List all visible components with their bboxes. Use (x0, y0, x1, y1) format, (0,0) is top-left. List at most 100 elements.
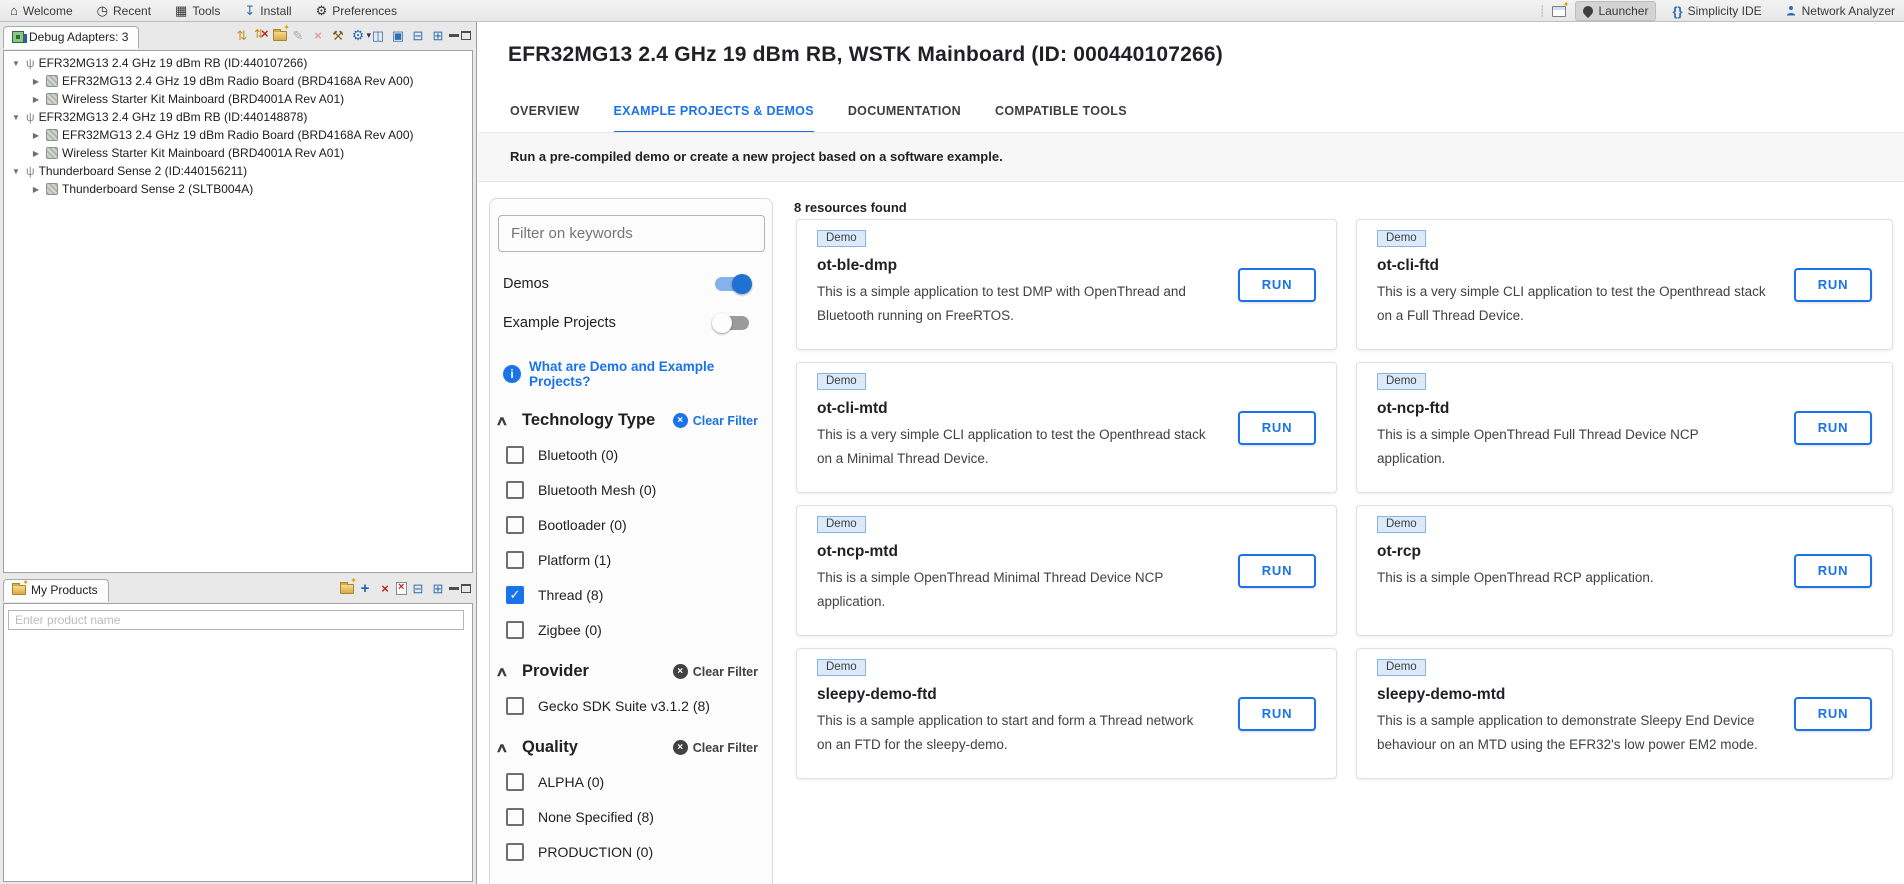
maximize-icon[interactable] (461, 584, 471, 593)
preferences-menu-item[interactable]: ⚙Preferences (316, 4, 397, 18)
expander-icon[interactable]: ▶ (30, 95, 42, 104)
expand-all-icon[interactable]: ⊞ (429, 27, 447, 43)
tab-compatible-tools[interactable]: COMPATIBLE TOOLS (995, 104, 1127, 134)
checkbox[interactable] (506, 843, 524, 861)
checkbox[interactable] (506, 481, 524, 499)
run-button[interactable]: RUN (1238, 697, 1316, 731)
tree-row[interactable]: ▼ψEFR32MG13 2.4 GHz 19 dBm RB (ID:440107… (4, 54, 472, 72)
collapse-all-icon[interactable]: ⊟ (409, 580, 427, 596)
chevron-up-icon[interactable]: ∧ (495, 740, 515, 756)
new-folder-icon[interactable] (340, 584, 354, 594)
tree-row[interactable]: ▼ψEFR32MG13 2.4 GHz 19 dBm RB (ID:440148… (4, 108, 472, 126)
run-button[interactable]: RUN (1238, 268, 1316, 302)
perspective-label: Simplicity IDE (1688, 4, 1762, 18)
clear-filter-quality[interactable]: × Clear Filter (673, 740, 758, 755)
perspective-simplicity-ide[interactable]: {} Simplicity IDE (1665, 2, 1768, 21)
tree-row[interactable]: ▶Wireless Starter Kit Mainboard (BRD4001… (4, 144, 472, 162)
minimize-icon[interactable] (449, 34, 459, 42)
tree-row[interactable]: ▶ EFR32MG13 2.4 GHz 19 dBm Radio Board (B… (4, 72, 472, 90)
menu-bar: ⌂Welcome ◷Recent ▦Tools ↧Install ⚙Preference… (0, 0, 1904, 22)
expander-icon[interactable]: ▶ (30, 77, 42, 86)
example-projects-label: Example Projects (503, 315, 616, 331)
minimize-icon[interactable] (449, 587, 459, 595)
filter-option[interactable]: Zigbee (0) (506, 620, 772, 640)
filter-option[interactable]: None Specified (8) (506, 807, 772, 827)
table-view-icon[interactable]: ◫ (369, 27, 387, 43)
example-projects-toggle[interactable] (715, 316, 749, 330)
filter-option[interactable]: Platform (1) (506, 550, 772, 570)
keyword-filter-input[interactable] (498, 215, 765, 252)
run-button[interactable]: RUN (1794, 554, 1872, 588)
checkbox[interactable]: ✓ (506, 586, 524, 604)
provider-options: Gecko SDK Suite v3.1.2 (8) (490, 696, 772, 716)
card-description: This is a simple OpenThread Minimal Thre… (817, 566, 1209, 614)
remove-product-icon[interactable]: × (376, 580, 394, 596)
tools-menu-item[interactable]: ▦Tools (175, 4, 220, 18)
checkbox[interactable] (506, 697, 524, 715)
run-button[interactable]: RUN (1794, 411, 1872, 445)
filter-option[interactable]: Bluetooth Mesh (0) (506, 480, 772, 500)
checkbox[interactable] (506, 621, 524, 639)
tree-row-label: EFR32MG13 2.4 GHz 19 dBm Radio Board (BR… (62, 74, 414, 88)
checkbox[interactable] (506, 773, 524, 791)
perspective-switcher: ┊ Launcher {} Simplicity IDE Network Ana… (1539, 0, 1904, 22)
connect-icon[interactable]: ⇅ (233, 27, 251, 43)
tab-overview[interactable]: OVERVIEW (510, 104, 580, 134)
run-button[interactable]: RUN (1238, 554, 1316, 588)
clear-filter-provider[interactable]: × Clear Filter (673, 664, 758, 679)
install-arrow-icon: ↧ (244, 4, 255, 17)
clear-filter-technology-type[interactable]: × Clear Filter (673, 413, 758, 428)
checkbox[interactable] (506, 551, 524, 569)
expander-icon[interactable]: ▶ (30, 149, 42, 158)
remove-all-icon[interactable] (396, 582, 407, 595)
chevron-up-icon[interactable]: ∧ (495, 664, 515, 680)
welcome-menu-item[interactable]: ⌂Welcome (10, 4, 73, 18)
demo-info-link[interactable]: i What are Demo and Example Projects? (503, 359, 772, 389)
tree-row[interactable]: ▶Thunderboard Sense 2 (SLTB004A) (4, 180, 472, 198)
run-button[interactable]: RUN (1794, 268, 1872, 302)
collapse-all-icon[interactable]: ⊟ (409, 27, 427, 43)
product-name-input[interactable] (8, 610, 464, 630)
open-perspective-icon[interactable] (1552, 6, 1566, 17)
tab-documentation[interactable]: DOCUMENTATION (848, 104, 961, 134)
filter-option[interactable]: PRODUCTION (0) (506, 842, 772, 862)
checkbox[interactable] (506, 516, 524, 534)
run-button[interactable]: RUN (1794, 697, 1872, 731)
tree-row[interactable]: ▼ψThunderboard Sense 2 (ID:440156211) (4, 162, 472, 180)
my-products-tab[interactable]: My Products (3, 579, 109, 602)
expander-icon[interactable]: ▶ (30, 185, 42, 194)
chevron-up-icon[interactable]: ∧ (495, 413, 515, 429)
expand-all-icon[interactable]: ⊞ (429, 580, 447, 596)
checkbox[interactable] (506, 808, 524, 826)
filter-option[interactable]: Gecko SDK Suite v3.1.2 (8) (506, 696, 772, 716)
checkbox[interactable] (506, 446, 524, 464)
tree-row[interactable]: ▶EFR32MG13 2.4 GHz 19 dBm Radio Board (B… (4, 126, 472, 144)
perspective-launcher[interactable]: Launcher (1575, 1, 1656, 21)
filter-option[interactable]: Bluetooth (0) (506, 445, 772, 465)
settings-gear-icon[interactable] (349, 27, 367, 43)
add-product-icon[interactable]: + (356, 580, 374, 596)
demos-toggle[interactable] (715, 277, 749, 291)
clone-view-icon[interactable]: ▣ (389, 27, 407, 43)
perspective-network-analyzer[interactable]: Network Analyzer (1778, 2, 1902, 20)
filter-option[interactable]: ✓Thread (8) (506, 585, 772, 605)
expander-icon[interactable]: ▶ (30, 131, 42, 140)
tab-example-projects-demos[interactable]: EXAMPLE PROJECTS & DEMOS (614, 104, 814, 134)
device-tools-icon[interactable]: ⚒ (329, 27, 347, 43)
collapse-expander-icon[interactable]: ▼ (10, 59, 22, 68)
collapse-expander-icon[interactable]: ▼ (10, 167, 22, 176)
run-button[interactable]: RUN (1238, 411, 1316, 445)
collapse-expander-icon[interactable]: ▼ (10, 113, 22, 122)
rename-icon[interactable]: ✎ (289, 27, 307, 43)
new-group-icon[interactable] (273, 31, 287, 41)
maximize-icon[interactable] (461, 31, 471, 40)
delete-icon[interactable]: × (309, 27, 327, 43)
recent-menu-item[interactable]: ◷Recent (97, 4, 151, 18)
disconnect-icon[interactable] (253, 27, 271, 43)
tree-row[interactable]: ▶Wireless Starter Kit Mainboard (BRD4001… (4, 90, 472, 108)
debug-adapters-tab[interactable]: Debug Adapters: 3 (3, 26, 139, 49)
filter-option[interactable]: Bootloader (0) (506, 515, 772, 535)
menu-item-label: Tools (192, 4, 220, 18)
install-menu-item[interactable]: ↧Install (244, 4, 291, 18)
filter-option[interactable]: ALPHA (0) (506, 772, 772, 792)
